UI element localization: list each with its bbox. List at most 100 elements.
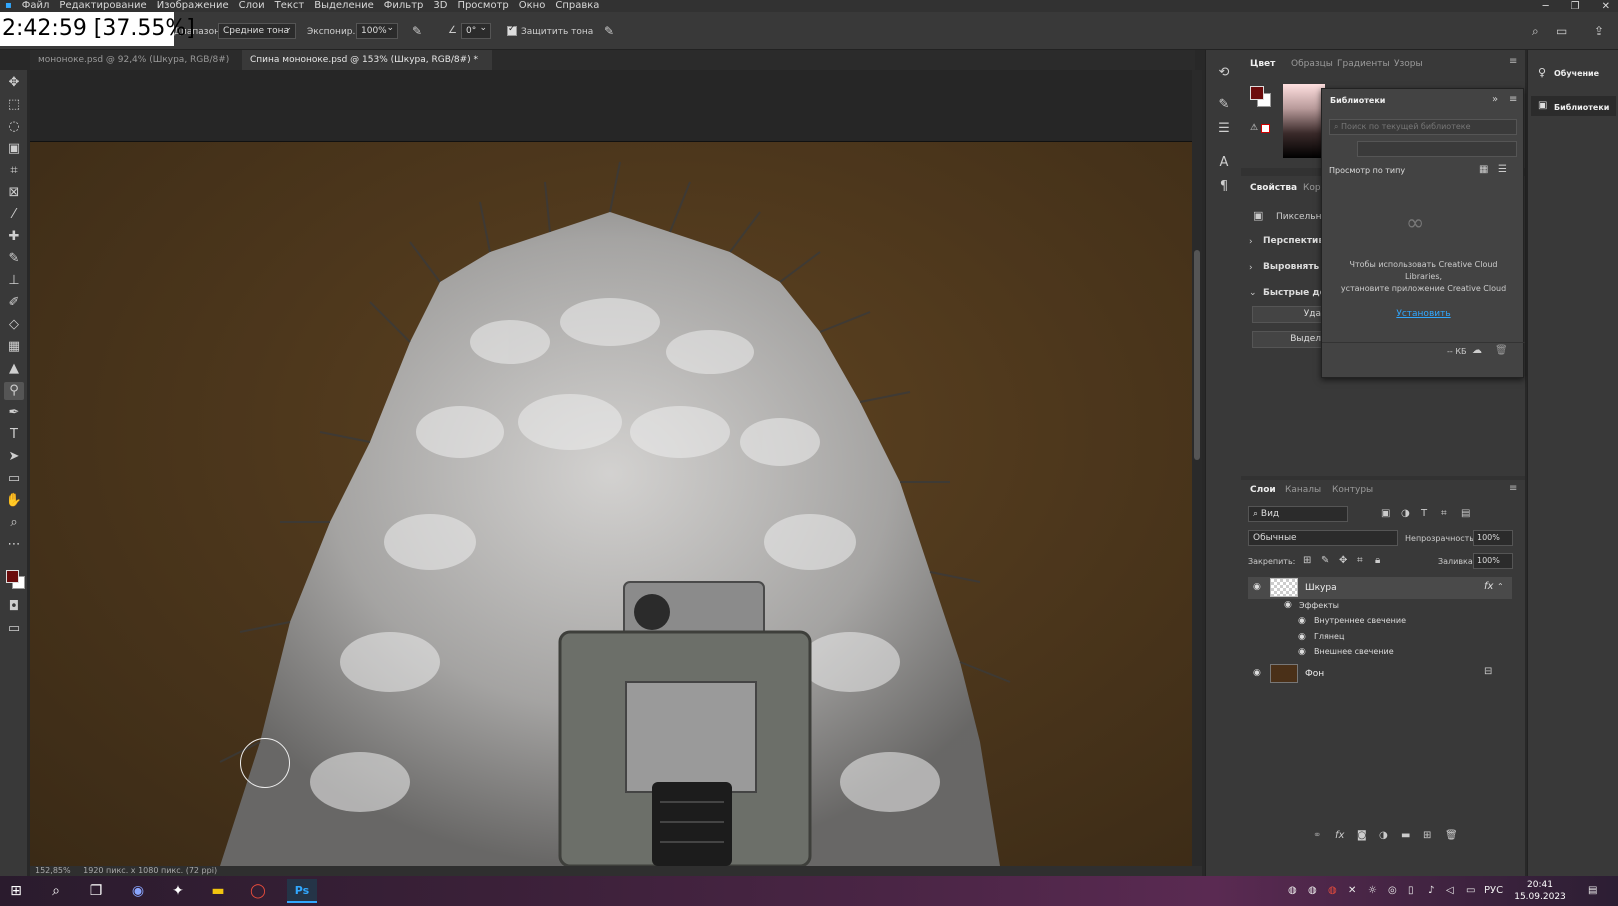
tab-document-1[interactable]: мононоке.psd @ 92,4% (Шкура, RGB/8#) * ×	[30, 50, 242, 85]
learn-label[interactable]: Обучение	[1554, 69, 1599, 78]
hand-tool-icon[interactable]: ✋	[4, 492, 24, 510]
minimize-icon[interactable]: ─	[1543, 1, 1549, 12]
character-icon[interactable]: A	[1215, 154, 1233, 172]
tab-gradients[interactable]: Градиенты	[1337, 59, 1390, 69]
workspace-icon[interactable]: ▭	[1556, 24, 1567, 38]
panel-menu-icon[interactable]: ≡	[1509, 483, 1517, 494]
adjustments-icon[interactable]: ☰	[1215, 120, 1233, 138]
volume-icon[interactable]: ◁	[1446, 885, 1454, 896]
eye-icon[interactable]: ◉	[1253, 668, 1261, 678]
layer-name[interactable]: Шкура	[1305, 583, 1337, 593]
vertical-scrollbar[interactable]	[1192, 70, 1202, 866]
paragraph-icon[interactable]: ¶	[1215, 178, 1233, 196]
eyedropper-tool-icon[interactable]: ⁄	[4, 206, 24, 224]
collapse-icon[interactable]: »	[1492, 94, 1498, 105]
tray-app-icon[interactable]: ◍	[1288, 885, 1297, 896]
eye-icon[interactable]: ◉	[1284, 600, 1292, 610]
link-layers-icon[interactable]: ⚭	[1313, 830, 1321, 841]
tab-properties[interactable]: Свойства	[1250, 183, 1297, 193]
menu-image[interactable]: Изображение	[152, 0, 234, 12]
lock-transparent-icon[interactable]: ⊞	[1303, 555, 1311, 566]
fg-color-swatch[interactable]	[1250, 86, 1264, 100]
quick-mask-icon[interactable]: ◘	[4, 598, 24, 616]
eraser-tool-icon[interactable]: ◇	[4, 316, 24, 334]
filter-type-icon[interactable]: T	[1421, 508, 1427, 519]
chevron-up-icon[interactable]: ⌃	[1497, 582, 1504, 591]
layer-name[interactable]: Фон	[1305, 669, 1324, 679]
task-view-icon[interactable]: ❐	[83, 879, 109, 903]
notifications-icon[interactable]: ▤	[1588, 885, 1597, 896]
new-adjustment-icon[interactable]: ◑	[1379, 830, 1388, 841]
usb-icon[interactable]: ▯	[1408, 885, 1414, 896]
file-explorer-icon[interactable]: ▬	[205, 879, 231, 903]
menu-edit[interactable]: Редактирование	[54, 0, 151, 12]
panel-menu-icon[interactable]: ≡	[1509, 56, 1517, 67]
menu-filter[interactable]: Фильтр	[379, 0, 429, 12]
add-mask-icon[interactable]: ◙	[1357, 830, 1367, 841]
lightbulb-icon[interactable]: ♀	[1538, 66, 1546, 79]
tab-color[interactable]: Цвет	[1250, 59, 1275, 69]
screen-mode-icon[interactable]: ▭	[4, 620, 24, 638]
ps-logo-icon[interactable]: ▪	[0, 0, 17, 12]
fill-input[interactable]: 100%	[1473, 553, 1513, 569]
tab-layers[interactable]: Слои	[1250, 485, 1276, 495]
rectangle-tool-icon[interactable]: ▭	[4, 470, 24, 488]
grid-view-icon[interactable]: ▦	[1479, 164, 1488, 175]
tray-app-icon[interactable]: ☼	[1368, 885, 1377, 896]
section-align[interactable]: Выровнять и	[1263, 262, 1329, 272]
history-icon[interactable]: ⟲	[1215, 64, 1233, 82]
path-select-tool-icon[interactable]: ➤	[4, 448, 24, 466]
tab-paths[interactable]: Контуры	[1332, 485, 1373, 495]
history-brush-tool-icon[interactable]: ✐	[4, 294, 24, 312]
opera-icon[interactable]: ◯	[245, 879, 271, 903]
restore-icon[interactable]: ❐	[1571, 1, 1580, 12]
lock-artboard-icon[interactable]: ⌗	[1357, 555, 1363, 566]
search-icon[interactable]: ⌕	[43, 879, 69, 903]
network-icon[interactable]: ▭	[1466, 885, 1475, 896]
foreground-color-swatch[interactable]	[6, 570, 19, 583]
chevron-right-icon[interactable]: ›	[1249, 263, 1253, 273]
scrollbar-thumb[interactable]	[1194, 250, 1200, 460]
effect-inner-glow[interactable]: Внутреннее свечение	[1314, 616, 1406, 625]
install-link[interactable]: Установить	[1322, 309, 1525, 319]
airbrush-icon[interactable]: ✎	[412, 24, 422, 38]
exposure-select[interactable]: 100%	[356, 22, 398, 39]
menu-3d[interactable]: 3D	[428, 0, 452, 12]
menu-view[interactable]: Просмотр	[452, 0, 513, 12]
brush-tool-icon[interactable]: ✎	[4, 250, 24, 268]
add-style-icon[interactable]: fx	[1335, 830, 1344, 841]
crop-tool-icon[interactable]: ⌗	[4, 162, 24, 180]
frame-tool-icon[interactable]: ⊠	[4, 184, 24, 202]
microphone-icon[interactable]: ♪	[1428, 885, 1434, 896]
lock-pixels-icon[interactable]: ✎	[1321, 555, 1329, 566]
document-image[interactable]	[30, 142, 1192, 866]
more-tools-icon[interactable]: ⋯	[4, 536, 24, 554]
menu-window[interactable]: Окно	[514, 0, 551, 12]
dodge-tool-icon[interactable]: ⚲	[4, 382, 24, 400]
chevron-down-icon[interactable]: ⌄	[1249, 288, 1257, 298]
search-icon[interactable]: ⌕	[1532, 24, 1539, 39]
eye-icon[interactable]: ◉	[1298, 616, 1306, 626]
zoom-level[interactable]: 152,85%	[35, 866, 71, 875]
menu-layers[interactable]: Слои	[234, 0, 270, 12]
filter-shape-icon[interactable]: ⌗	[1441, 508, 1447, 519]
lock-position-icon[interactable]: ✥	[1339, 555, 1347, 566]
protect-tones-checkbox[interactable]: ✓	[507, 24, 517, 36]
marquee-tool-icon[interactable]: ⬚	[4, 96, 24, 114]
zoom-tool-icon[interactable]: ⌕	[4, 514, 24, 532]
web-color-swatch[interactable]	[1261, 124, 1270, 133]
pen-tool-icon[interactable]: ✒	[4, 404, 24, 422]
brush-settings-icon[interactable]: ✎	[1215, 96, 1233, 114]
new-group-icon[interactable]: ▬	[1401, 830, 1410, 841]
lock-all-icon[interactable]: 🔒︎	[1375, 555, 1380, 566]
new-layer-icon[interactable]: ⊞	[1423, 830, 1431, 841]
tab-patterns[interactable]: Узоры	[1394, 59, 1423, 69]
eye-icon[interactable]: ◉	[1298, 632, 1306, 642]
close-icon[interactable]: ✕	[1602, 1, 1610, 12]
type-tool-icon[interactable]: T	[4, 426, 24, 444]
quick-select-tool-icon[interactable]: ▣	[4, 140, 24, 158]
delete-layer-icon[interactable]: 🗑︎	[1445, 830, 1458, 841]
photoshop-taskbar-icon[interactable]: Ps	[287, 879, 317, 903]
range-select[interactable]: Средние тона	[218, 22, 296, 39]
delete-icon[interactable]: 🗑︎	[1495, 345, 1508, 356]
